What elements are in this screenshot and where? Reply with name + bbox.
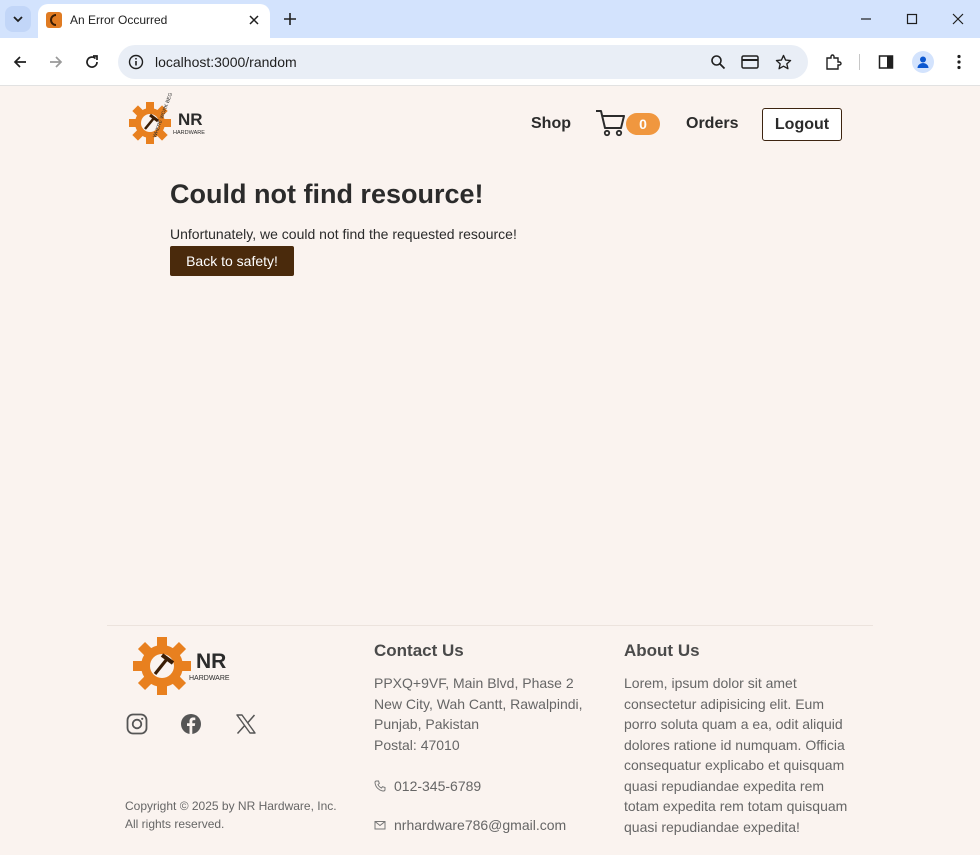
zoom-icon xyxy=(711,55,726,70)
cart-link[interactable] xyxy=(595,108,627,138)
x-twitter-icon xyxy=(236,714,256,735)
phone-number: 012-345-6789 xyxy=(394,778,482,794)
phone-icon xyxy=(374,780,386,792)
error-message: Unfortunately, we could not find the req… xyxy=(170,226,517,242)
footer-divider xyxy=(107,625,873,626)
side-panel-button[interactable] xyxy=(876,52,896,72)
puzzle-icon xyxy=(826,54,842,70)
zoom-button[interactable] xyxy=(709,53,727,71)
url-text[interactable]: localhost:3000/random xyxy=(155,54,297,70)
page-title: Could not find resource! xyxy=(170,179,484,209)
maximize-icon xyxy=(906,13,918,25)
reload-button[interactable] xyxy=(82,52,102,72)
tab-title: An Error Occurred xyxy=(70,13,168,27)
email-address: nrhardware786@gmail.com xyxy=(394,817,567,833)
about-text: Lorem, ipsum dolor sit amet consectetur … xyxy=(624,675,848,835)
profile-button[interactable] xyxy=(912,51,934,73)
side-panel-icon xyxy=(878,55,894,69)
site-favicon-icon xyxy=(46,12,62,28)
copyright-text: Copyright © 2025 by NR Hardware, Inc. Al… xyxy=(125,799,337,831)
info-icon[interactable] xyxy=(128,54,144,70)
browser-toolbar: localhost:3000/random xyxy=(0,38,980,86)
svg-text:NR: NR xyxy=(178,110,203,129)
postal-code: Postal: 47010 xyxy=(374,736,460,753)
browser-menu-button[interactable] xyxy=(949,52,969,72)
browser-tab[interactable]: An Error Occurred xyxy=(38,4,270,38)
phone-link[interactable]: 012-345-6789 xyxy=(374,778,481,794)
shopping-cart-icon xyxy=(596,110,625,137)
forward-button[interactable] xyxy=(46,52,66,72)
email-link[interactable]: nrhardware786@gmail.com xyxy=(374,817,566,833)
arrow-right-icon xyxy=(50,56,63,68)
close-icon xyxy=(952,13,964,25)
cart-count-badge[interactable]: 0 xyxy=(626,113,660,135)
browser-tab-strip: An Error Occurred xyxy=(0,0,980,38)
more-vert-icon xyxy=(957,54,961,70)
tab-search-button[interactable] xyxy=(5,6,31,32)
address-text: PPXQ+9VF, Main Blvd, Phase 2 New City, W… xyxy=(374,675,583,732)
mail-icon xyxy=(374,819,386,831)
minimize-button[interactable] xyxy=(858,11,874,27)
back-to-safety-button[interactable]: Back to safety! xyxy=(170,246,294,276)
tab-close-button[interactable] xyxy=(246,12,262,28)
extensions-button[interactable] xyxy=(823,52,843,72)
minimize-icon xyxy=(861,18,871,20)
facebook-icon xyxy=(181,714,201,734)
address-bar[interactable]: localhost:3000/random xyxy=(118,45,808,79)
chevron-down-icon xyxy=(13,16,23,23)
bookmark-button[interactable] xyxy=(774,53,792,71)
svg-text:NR: NR xyxy=(196,650,226,673)
maximize-button[interactable] xyxy=(904,11,920,27)
back-button[interactable] xyxy=(10,52,30,72)
arrow-left-icon xyxy=(13,56,26,68)
instagram-icon xyxy=(126,713,148,735)
window-close-button[interactable] xyxy=(950,11,966,27)
user-avatar-icon xyxy=(917,56,929,68)
star-icon xyxy=(775,54,791,69)
svg-text:HARDWARE: HARDWARE xyxy=(173,130,205,136)
facebook-link[interactable] xyxy=(180,713,202,735)
reload-icon xyxy=(86,55,98,68)
close-icon xyxy=(249,15,259,25)
site-logo[interactable]: WHERE WORK BEGINS NR HARDWARE xyxy=(128,84,218,151)
footer-logo[interactable]: NR HARDWARE xyxy=(128,628,243,702)
about-heading: About Us xyxy=(624,641,700,660)
svg-text:HARDWARE: HARDWARE xyxy=(189,675,230,682)
logout-button[interactable]: Logout xyxy=(762,108,842,141)
new-tab-button[interactable] xyxy=(280,9,300,29)
card-button[interactable] xyxy=(741,53,759,71)
contact-heading: Contact Us xyxy=(374,641,464,660)
address-block: PPXQ+9VF, Main Blvd, Phase 2 New City, W… xyxy=(374,673,604,755)
plus-icon xyxy=(284,13,296,25)
x-twitter-link[interactable] xyxy=(235,713,257,735)
toolbar-separator xyxy=(859,54,860,70)
nav-shop-link[interactable]: Shop xyxy=(531,115,571,133)
nav-orders-link[interactable]: Orders xyxy=(686,115,738,133)
instagram-link[interactable] xyxy=(126,713,148,735)
credit-card-icon xyxy=(741,55,759,69)
